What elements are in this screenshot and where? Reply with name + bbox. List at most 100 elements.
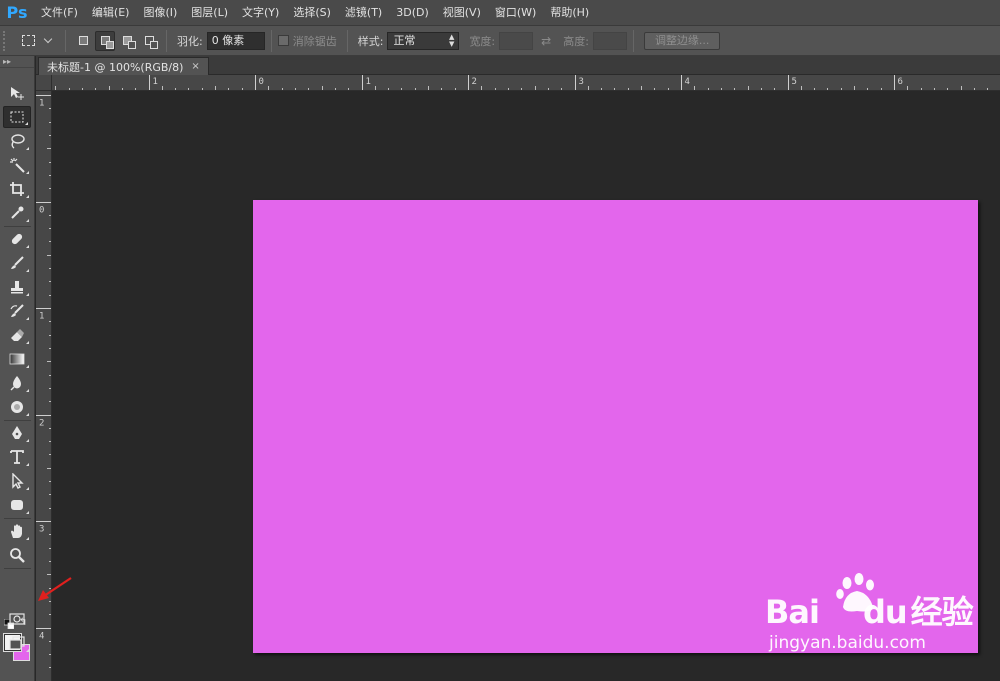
dodge-tool[interactable] — [3, 396, 31, 418]
zoom-tool[interactable] — [3, 544, 31, 566]
menu-layer[interactable]: 图层(L) — [184, 0, 235, 26]
move-icon — [11, 87, 24, 100]
watermark-brand: Bai du 经验 — [765, 587, 974, 633]
style-label: 样式: — [357, 34, 384, 48]
width-label: 宽度: — [469, 34, 496, 48]
screen-mode-icon — [9, 636, 25, 650]
menu-window[interactable]: 窗口(W) — [488, 0, 543, 26]
crop-tool[interactable] — [3, 178, 31, 200]
brush-tool[interactable] — [3, 252, 31, 274]
width-input[interactable] — [499, 31, 534, 50]
style-select[interactable]: 正常 ▲ ▼ — [387, 31, 460, 50]
divider — [346, 29, 348, 52]
clone-stamp-tool[interactable] — [3, 276, 31, 298]
new-selection-button[interactable] — [73, 31, 93, 51]
divider — [270, 29, 272, 52]
feather-input[interactable]: 0 像素 — [206, 31, 265, 50]
ruler-label: 3 — [39, 525, 44, 535]
ruler-label: 4 — [685, 77, 690, 87]
path-select-tool[interactable] — [3, 470, 31, 492]
refine-edge-button[interactable]: 调整边缘... — [643, 31, 721, 50]
divider — [166, 29, 167, 52]
menu-image[interactable]: 图像(I) — [136, 0, 184, 26]
ruler-label: 1 — [39, 99, 44, 109]
document-tab[interactable]: 未标题-1 @ 100%(RGB/8) × — [38, 57, 209, 75]
type-icon — [10, 450, 24, 464]
watermark-brand-cn: 经验 — [910, 593, 974, 631]
shape-icon — [11, 500, 23, 510]
options-bar: 羽化: 0 像素 消除锯齿 样式: 正常 ▲ ▼ 宽度: ⇄ 高度: 调整边缘..… — [0, 26, 1000, 56]
tools-panel-expand-icon[interactable]: ▸▸ — [0, 56, 34, 68]
rect-marquee-tool[interactable] — [3, 106, 31, 128]
ruler-label: 0 — [259, 77, 264, 87]
pen-icon — [12, 426, 22, 439]
gradient-icon — [9, 353, 25, 365]
eraser-tool[interactable] — [3, 324, 31, 346]
menu-file[interactable]: 文件(F) — [34, 0, 85, 26]
screen-mode-button[interactable] — [3, 632, 31, 654]
ruler-label: 1 — [39, 312, 44, 322]
gradient-tool[interactable] — [3, 348, 31, 370]
eyedropper-tool[interactable] — [3, 202, 31, 224]
menu-bar: Ps 文件(F) 编辑(E) 图像(I) 图层(L) 文字(Y) 选择(S) 滤… — [0, 0, 1000, 26]
horizontal-ruler[interactable]: 1 0 1 2 3 4 5 6 — [52, 75, 1000, 91]
menu-view[interactable]: 视图(V) — [436, 0, 488, 26]
rect-marquee-preset-icon — [21, 35, 35, 46]
shape-tool[interactable] — [3, 494, 31, 516]
watermark-url: jingyan.baidu.com — [769, 633, 926, 653]
divider — [65, 29, 66, 52]
document-tabs: 未标题-1 @ 100%(RGB/8) × — [36, 56, 1000, 75]
height-label: 高度: — [563, 34, 589, 48]
swap-width-height-icon[interactable]: ⇄ — [541, 34, 551, 48]
antialias-checkbox[interactable] — [277, 35, 289, 46]
magic-wand-tool[interactable] — [3, 154, 31, 176]
healing-brush-icon — [11, 233, 23, 245]
lasso-tool[interactable] — [3, 130, 31, 152]
photoshop-logo: Ps — [6, 3, 28, 22]
quick-mask-button[interactable] — [3, 608, 31, 630]
ruler-origin[interactable] — [36, 75, 52, 91]
ruler-label: 4 — [39, 632, 44, 642]
watermark-brand-bai: Bai — [765, 593, 820, 631]
zoom-icon — [10, 548, 25, 563]
intersect-selection-icon — [144, 36, 158, 49]
subtract-selection-button[interactable] — [117, 31, 137, 51]
blur-tool[interactable] — [3, 372, 31, 394]
menu-3d[interactable]: 3D(D) — [389, 0, 436, 26]
menu-type[interactable]: 文字(Y) — [235, 0, 286, 26]
tools-panel: ▸▸ ↰ — [0, 56, 35, 681]
options-grip[interactable] — [3, 30, 13, 51]
magic-wand-icon — [10, 158, 25, 173]
subtract-selection-icon — [122, 36, 136, 49]
chevron-down-icon[interactable] — [43, 34, 53, 43]
annotation-arrow-icon — [38, 577, 72, 601]
new-selection-icon — [78, 36, 88, 45]
history-brush-tool[interactable] — [3, 300, 31, 322]
ruler-label: 3 — [579, 77, 584, 87]
menu-edit[interactable]: 编辑(E) — [85, 0, 137, 26]
type-tool[interactable] — [3, 446, 31, 468]
healing-brush-tool[interactable] — [3, 228, 31, 250]
lasso-icon — [11, 134, 25, 149]
clone-stamp-icon — [11, 281, 23, 294]
rect-marquee-icon — [10, 111, 24, 123]
divider — [632, 29, 634, 52]
menu-select[interactable]: 选择(S) — [286, 0, 338, 26]
intersect-selection-button[interactable] — [139, 31, 159, 51]
style-select-value: 正常 — [393, 33, 416, 47]
hand-tool[interactable] — [3, 520, 31, 542]
tool-preset-picker[interactable] — [13, 30, 43, 52]
ruler-label: 1 — [366, 77, 371, 87]
crop-icon — [10, 182, 24, 196]
close-icon[interactable]: × — [191, 61, 199, 72]
move-tool[interactable] — [3, 82, 31, 104]
height-input[interactable] — [592, 31, 627, 50]
menu-filter[interactable]: 滤镜(T) — [338, 0, 389, 26]
add-to-selection-button[interactable] — [95, 30, 115, 51]
blur-icon — [10, 376, 21, 391]
eyedropper-icon — [11, 206, 24, 219]
pen-tool[interactable] — [3, 422, 31, 444]
ruler-label: 0 — [39, 206, 44, 216]
add-selection-icon — [100, 36, 114, 49]
menu-help[interactable]: 帮助(H) — [543, 0, 596, 26]
